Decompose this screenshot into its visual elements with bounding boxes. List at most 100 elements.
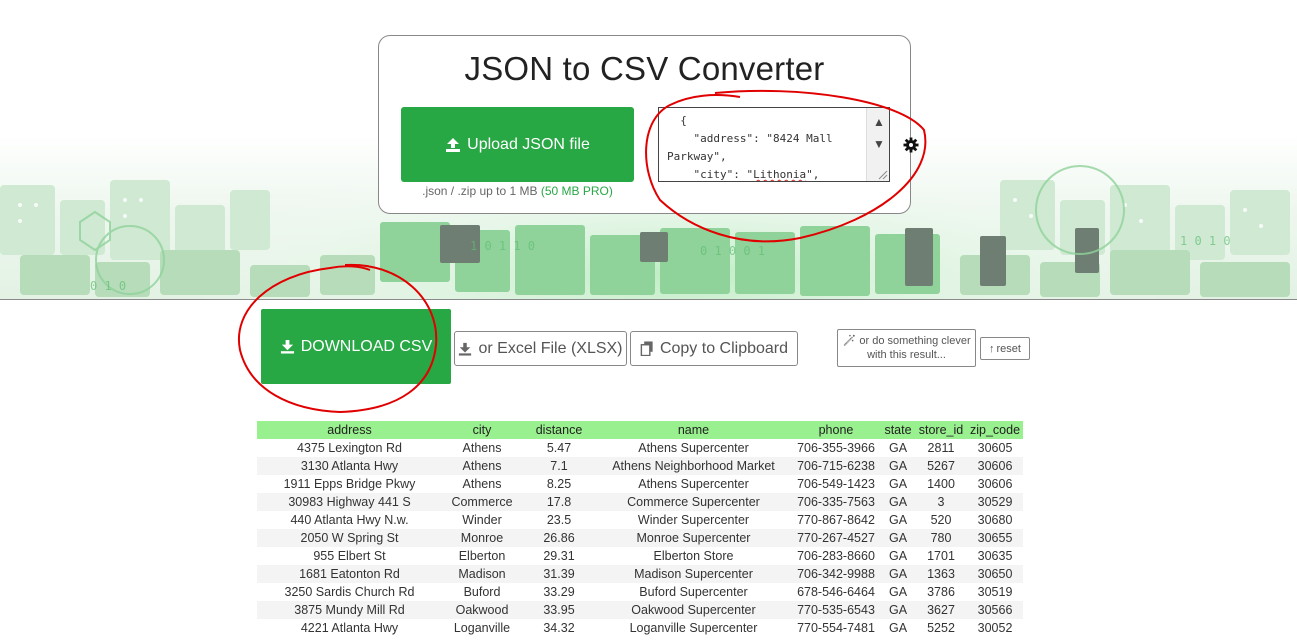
table-cell-name: Athens Supercenter: [638, 441, 749, 455]
table-cell-phone: 706-335-7563: [791, 493, 881, 511]
copy-clipboard-label: Copy to Clipboard: [659, 339, 789, 357]
table-cell-name: Commerce Supercenter: [596, 493, 791, 511]
table-cell-state: GA: [881, 601, 915, 619]
page-title: JSON to CSV Converter: [464, 50, 825, 87]
table-cell-distance: 29.31: [543, 549, 575, 563]
table-cell-store-id: 1701: [927, 549, 955, 563]
table-cell-distance: 33.95: [522, 601, 596, 619]
table-cell-phone: 770-554-7481: [797, 621, 875, 635]
table-cell-zip-code: 30680: [977, 513, 1013, 527]
table-cell-city: Athens: [462, 441, 502, 455]
table-cell-city: Buford: [463, 585, 501, 599]
table-cell-address: 440 Atlanta Hwy N.w.: [290, 513, 409, 527]
table-cell-phone: 706-283-8660: [797, 549, 875, 563]
table-cell-state: GA: [888, 477, 908, 491]
table-row: 4375 Lexington Rd Athens 5.47 Athens Superc…: [257, 439, 1023, 457]
table-row: 3250 Sardis Church Rd Buford 33.29 Buford S…: [257, 583, 1023, 601]
table-cell-address: 4221 Atlanta Hwy: [300, 621, 399, 635]
table-cell-city: Athens: [462, 477, 502, 491]
table-cell-store-id: 780: [915, 529, 967, 547]
table-cell-store-id: 5267: [915, 457, 967, 475]
table-cell-distance: 7.1: [522, 457, 596, 475]
table-cell-state: GA: [881, 457, 915, 475]
table-cell-store-id: 1363: [915, 565, 967, 583]
download-xlsx-button[interactable]: or Excel File (XLSX): [454, 331, 627, 366]
table-cell-city: Monroe: [442, 529, 522, 547]
table-cell-state: GA: [881, 565, 915, 583]
svg-text:1 0 1 1 0: 1 0 1 1 0: [470, 239, 535, 253]
table-cell-phone: 706-355-3966: [797, 441, 875, 455]
table-cell-state: GA: [888, 621, 908, 635]
table-cell-city: Winder: [462, 513, 502, 527]
table-body: 4375 Lexington Rd Athens 5.47 Athens Superc…: [257, 439, 1024, 637]
table-cell-name: Monroe Supercenter: [596, 529, 791, 547]
table-cell-name: Buford Supercenter: [639, 585, 748, 599]
table-header-row: address city distance name phone state s…: [257, 421, 1024, 439]
table-cell-state: GA: [888, 585, 908, 599]
scroll-down-arrow-icon[interactable]: ▼: [867, 132, 889, 156]
table-cell-address: 30983 Highway 441 S: [257, 493, 442, 511]
upload-size-note: .json / .zip up to 1 MB (50 MB PRO): [422, 184, 613, 198]
table-cell-distance: 33.29: [543, 585, 575, 599]
clever-options-button[interactable]: 🪄︎ or do something clever with this resu…: [837, 329, 976, 367]
table-row: 1911 Epps Bridge Pkwy Athens 8.25 Athens Su…: [257, 475, 1023, 493]
table-cell-address: 955 Elbert St: [313, 549, 386, 563]
table-row: 2050 W Spring St Monroe 26.86 Monroe Superc…: [257, 529, 1024, 547]
table-cell-zip-code: 30519: [977, 585, 1013, 599]
pro-link[interactable]: (50 MB PRO): [541, 184, 613, 198]
table-cell-zip-code: 30655: [967, 529, 1024, 547]
column-header: state: [881, 421, 915, 439]
arrow-up-icon: ↑: [989, 342, 995, 355]
column-header: store_id: [915, 421, 967, 439]
table-row: 4221 Atlanta Hwy Loganville 34.32 Loganvill…: [257, 619, 1023, 637]
reset-button[interactable]: ↑ reset: [980, 337, 1030, 360]
table-cell-address: 2050 W Spring St: [257, 529, 442, 547]
table-cell-distance: 31.39: [522, 565, 596, 583]
download-csv-button[interactable]: DOWNLOAD CSV: [261, 309, 451, 384]
table-cell-distance: 26.86: [522, 529, 596, 547]
table-cell-phone: 706-342-9988: [791, 565, 881, 583]
table-cell-name: Athens Neighborhood Market: [596, 457, 791, 475]
table-cell-phone: 770-267-4527: [791, 529, 881, 547]
column-header: zip_code: [967, 421, 1024, 439]
upload-json-button[interactable]: Upload JSON file: [401, 107, 634, 182]
table-cell-zip-code: 30052: [977, 621, 1013, 635]
scroll-up-arrow-icon[interactable]: ▲: [867, 110, 889, 134]
reset-label: reset: [996, 342, 1021, 355]
svg-text:0 1 0 0 1: 0 1 0 0 1: [700, 244, 765, 258]
table-cell-name: Loganville Supercenter: [629, 621, 758, 635]
column-header: phone: [791, 421, 881, 439]
table-cell-phone: 770-535-6543: [791, 601, 881, 619]
copy-clipboard-button[interactable]: Copy to Clipboard: [630, 331, 798, 366]
table-cell-zip-code: 30635: [977, 549, 1013, 563]
table-cell-address: 1911 Epps Bridge Pkwy: [283, 477, 416, 491]
table-row: 3130 Atlanta Hwy Athens 7.1 Athens Neighbor…: [257, 457, 1024, 475]
table-row: 30983 Highway 441 S Commerce 17.8 Commerce …: [257, 493, 1024, 511]
table-row: 440 Atlanta Hwy N.w. Winder 23.5 Winder Sup…: [257, 511, 1023, 529]
table-cell-distance: 5.47: [546, 441, 572, 455]
table-cell-address: 4375 Lexington Rd: [297, 441, 402, 455]
upload-icon: [446, 137, 461, 152]
resize-grip-icon[interactable]: [876, 168, 888, 180]
table-row: 955 Elbert St Elberton 29.31 Elberton Store…: [257, 547, 1023, 565]
column-header: distance: [522, 421, 596, 439]
settings-button[interactable]: [896, 132, 926, 158]
json-input-textarea[interactable]: { "address": "8424 Mall Parkway", "city"…: [658, 107, 890, 182]
table-cell-address: 3250 Sardis Church Rd: [284, 585, 415, 599]
result-table: address city distance name phone state s…: [257, 421, 1024, 637]
table-cell-city: Madison: [442, 565, 522, 583]
table-row: 3875 Mundy Mill Rd Oakwood 33.95 Oakwood Su…: [257, 601, 1024, 619]
table-cell-state: GA: [888, 513, 908, 527]
column-header: city: [442, 421, 522, 439]
table-cell-name: Madison Supercenter: [596, 565, 791, 583]
table-cell-zip-code: 30566: [967, 601, 1024, 619]
table-cell-address: 1681 Eatonton Rd: [257, 565, 442, 583]
clever-options-label: or do something clever with this result.…: [859, 335, 971, 361]
table-cell-city: Commerce: [442, 493, 522, 511]
table-cell-distance: 8.25: [546, 477, 572, 491]
column-header: name: [596, 421, 791, 439]
table-cell-zip-code: 30606: [967, 457, 1024, 475]
table-row: 1681 Eatonton Rd Madison 31.39 Madison Supe…: [257, 565, 1024, 583]
table-cell-store-id: 3627: [915, 601, 967, 619]
table-cell-distance: 17.8: [522, 493, 596, 511]
